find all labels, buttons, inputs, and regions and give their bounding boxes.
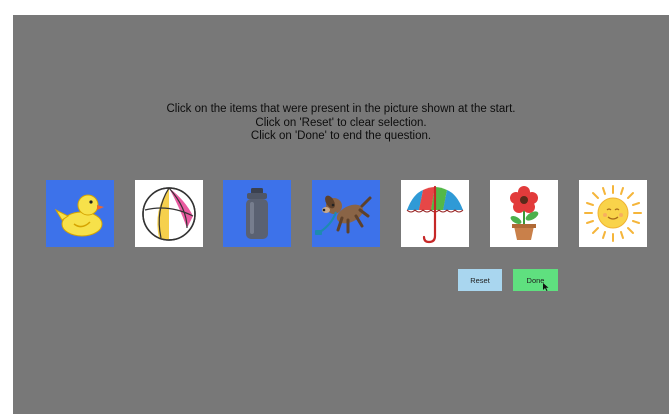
instructions: Click on the items that were present in … — [13, 103, 669, 144]
item-duck[interactable] — [46, 180, 114, 247]
flower-pot-icon — [510, 186, 539, 240]
task-screen: Click on the items that were present in … — [13, 15, 669, 414]
item-thermos[interactable] — [223, 180, 291, 247]
item-flower-pot[interactable] — [490, 180, 558, 247]
umbrella-icon — [406, 185, 464, 244]
duck-icon — [54, 194, 104, 237]
item-dog[interactable] — [312, 180, 380, 247]
dog-icon — [315, 195, 372, 235]
thermos-icon — [246, 188, 268, 239]
beach-ball-icon — [142, 187, 196, 241]
mouse-cursor-icon — [543, 283, 549, 291]
instruction-line-1: Click on the items that were present in … — [166, 103, 516, 115]
sun-icon — [584, 185, 642, 242]
item-umbrella[interactable] — [401, 180, 469, 247]
instruction-line-2: Click on 'Reset' to clear selection. — [255, 116, 427, 129]
done-button[interactable]: Done — [513, 269, 558, 291]
item-beach-ball[interactable] — [135, 180, 203, 247]
reset-button[interactable]: Reset — [458, 269, 502, 291]
instruction-line-3: Click on 'Done' to end the question. — [250, 130, 432, 142]
item-sun[interactable] — [579, 180, 647, 247]
